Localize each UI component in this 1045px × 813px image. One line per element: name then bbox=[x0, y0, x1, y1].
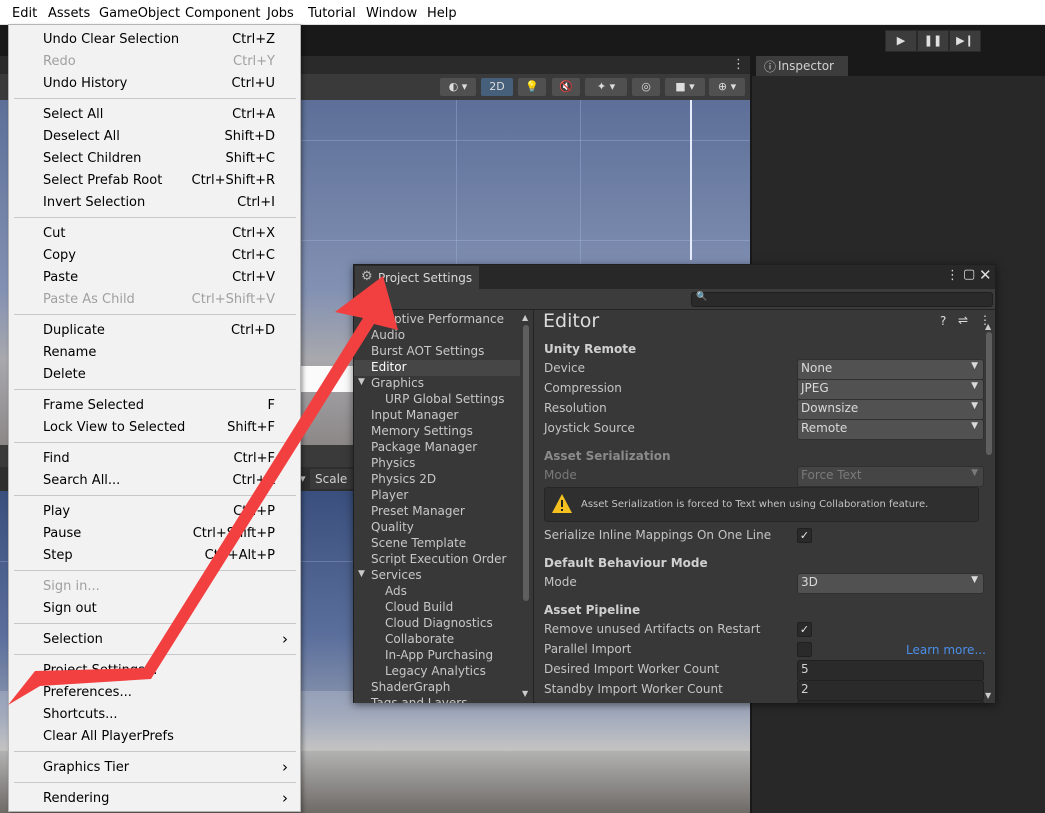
annotation-arrow-shape bbox=[8, 276, 398, 705]
annotation-arrow bbox=[8, 276, 398, 705]
